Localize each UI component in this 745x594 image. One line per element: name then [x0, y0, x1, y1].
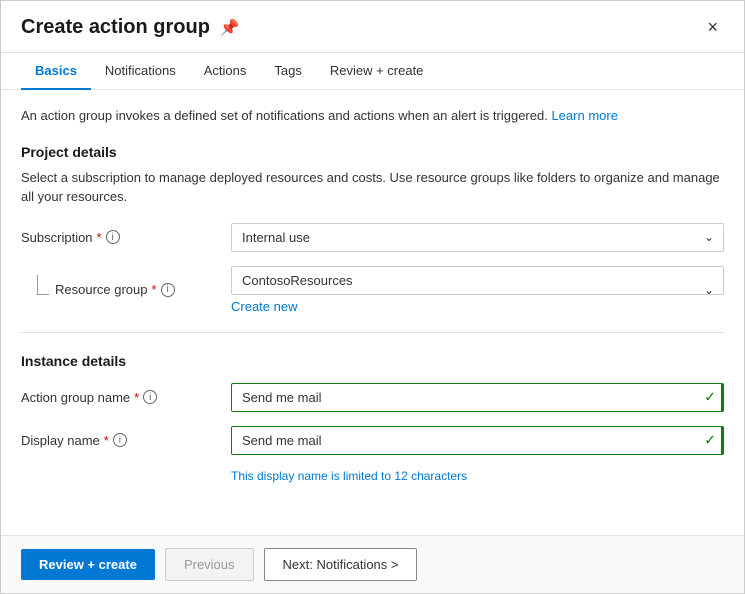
tab-bar: Basics Notifications Actions Tags Review…: [1, 53, 744, 90]
action-group-name-input[interactable]: [231, 383, 724, 412]
close-button[interactable]: ×: [701, 15, 724, 40]
tab-tags[interactable]: Tags: [260, 53, 315, 90]
subscription-row: Subscription * i Internal use ⌄: [21, 223, 724, 252]
resource-group-select[interactable]: ContosoResources: [231, 266, 724, 295]
pin-icon[interactable]: 📌: [220, 18, 240, 38]
resource-group-row: Resource group * i ContosoResources ⌄ Cr…: [21, 266, 724, 314]
create-action-group-modal: Create action group 📌 × Basics Notificat…: [0, 0, 745, 594]
display-name-required: *: [104, 433, 109, 448]
subscription-info-icon[interactable]: i: [106, 230, 120, 244]
action-group-name-required: *: [134, 390, 139, 405]
create-new-link[interactable]: Create new: [231, 299, 297, 314]
section-divider: [21, 332, 724, 333]
display-name-row: Display name * i ✓: [21, 426, 724, 455]
modal-footer: Review + create Previous Next: Notificat…: [1, 535, 744, 593]
action-group-name-valid-icon: ✓: [704, 389, 716, 406]
tab-basics[interactable]: Basics: [21, 53, 91, 90]
action-group-name-control: ✓: [231, 383, 724, 412]
title-area: Create action group 📌: [21, 16, 240, 39]
display-name-info-icon[interactable]: i: [113, 433, 127, 447]
resource-group-info-icon[interactable]: i: [161, 283, 175, 297]
tab-notifications[interactable]: Notifications: [91, 53, 190, 90]
tab-actions[interactable]: Actions: [190, 53, 261, 90]
project-details-title: Project details: [21, 144, 724, 160]
instance-details-section: Instance details Action group name * i ✓…: [21, 353, 724, 483]
project-details-desc: Select a subscription to manage deployed…: [21, 168, 724, 207]
resource-group-control: ContosoResources ⌄ Create new: [231, 266, 724, 314]
modal-header: Create action group 📌 ×: [1, 1, 744, 53]
review-create-button[interactable]: Review + create: [21, 549, 155, 580]
action-group-name-info-icon[interactable]: i: [143, 390, 157, 404]
tab-review-create[interactable]: Review + create: [316, 53, 438, 90]
action-group-name-row: Action group name * i ✓: [21, 383, 724, 412]
display-name-label: Display name * i: [21, 433, 221, 448]
subscription-select[interactable]: Internal use: [231, 223, 724, 252]
subscription-label: Subscription * i: [21, 230, 221, 245]
action-group-name-label: Action group name * i: [21, 390, 221, 405]
display-name-input[interactable]: [231, 426, 724, 455]
display-name-control: ✓: [231, 426, 724, 455]
previous-button: Previous: [165, 548, 254, 581]
tree-line: [37, 275, 49, 295]
instance-details-title: Instance details: [21, 353, 724, 369]
resource-group-label: Resource group * i: [55, 282, 175, 297]
resource-group-label-area: Resource group * i: [21, 282, 221, 297]
resource-group-required: *: [152, 282, 157, 297]
learn-more-link[interactable]: Learn more: [551, 108, 617, 123]
subscription-control: Internal use ⌄: [231, 223, 724, 252]
next-button[interactable]: Next: Notifications >: [264, 548, 418, 581]
subscription-required: *: [97, 230, 102, 245]
modal-body: An action group invokes a defined set of…: [1, 90, 744, 535]
display-name-valid-icon: ✓: [704, 432, 716, 449]
info-banner: An action group invokes a defined set of…: [21, 106, 724, 126]
modal-title: Create action group: [21, 16, 210, 39]
char-limit-note: This display name is limited to 12 chara…: [231, 469, 724, 483]
